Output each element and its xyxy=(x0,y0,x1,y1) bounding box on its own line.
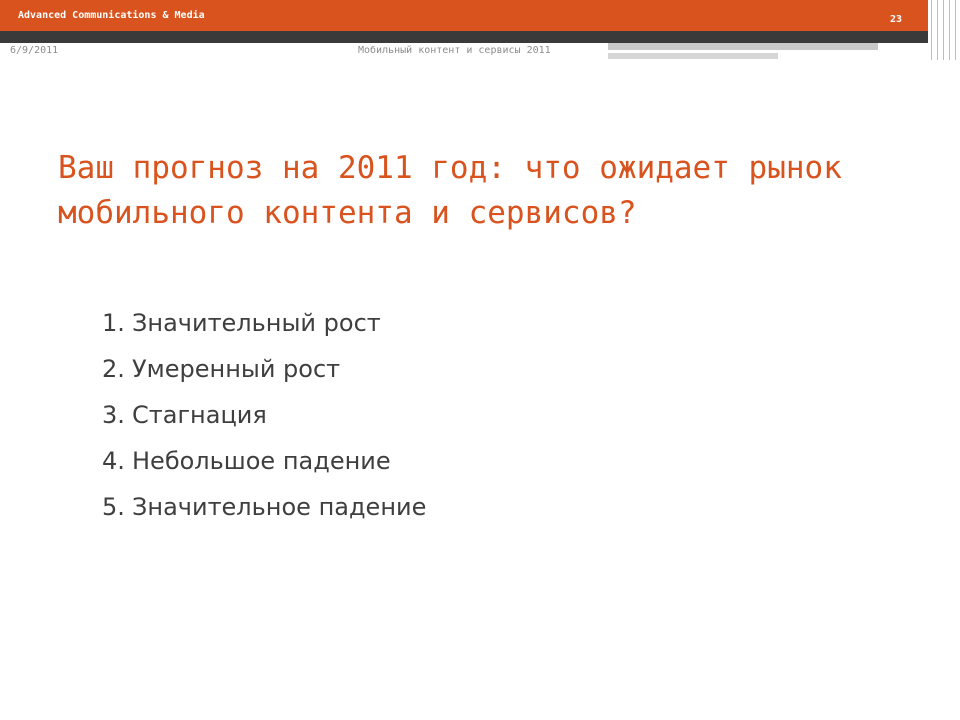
footer-title: Мобильный контент и сервисы 2011 xyxy=(358,45,551,56)
option-number: 2. xyxy=(102,355,125,383)
header-dark-band xyxy=(0,31,928,43)
decorative-line-lower xyxy=(608,53,778,59)
option-number: 3. xyxy=(102,401,125,429)
brand-text: Advanced Communications & Media xyxy=(18,10,205,21)
slide-number: 23 xyxy=(890,14,903,25)
answer-option: 1. Значительный рост xyxy=(102,300,426,346)
option-label: Стагнация xyxy=(132,401,267,429)
option-label: Умеренный рост xyxy=(132,355,341,383)
answer-option: 4. Небольшое падение xyxy=(102,438,426,484)
option-number: 5. xyxy=(102,493,125,521)
decorative-stripes xyxy=(928,0,960,60)
answer-option: 2. Умеренный рост xyxy=(102,346,426,392)
option-number: 1. xyxy=(102,309,125,337)
decorative-line-upper xyxy=(608,43,878,50)
slide: Advanced Communications & Media 23 6/9/2… xyxy=(0,0,960,720)
option-number: 4. xyxy=(102,447,125,475)
header-bar: Advanced Communications & Media 23 xyxy=(0,0,928,31)
option-label: Значительное падение xyxy=(132,493,427,521)
option-label: Небольшое падение xyxy=(132,447,391,475)
option-label: Значительный рост xyxy=(132,309,381,337)
answer-options-list: 1. Значительный рост 2. Умеренный рост 3. С… xyxy=(102,300,426,530)
slide-title: Ваш прогноз на 2011 год: что ожидает рын… xyxy=(58,150,842,231)
footer-date: 6/9/2011 xyxy=(10,45,59,56)
answer-option: 3. Стагнация xyxy=(102,392,426,438)
answer-option: 5. Значительное падение xyxy=(102,484,426,530)
